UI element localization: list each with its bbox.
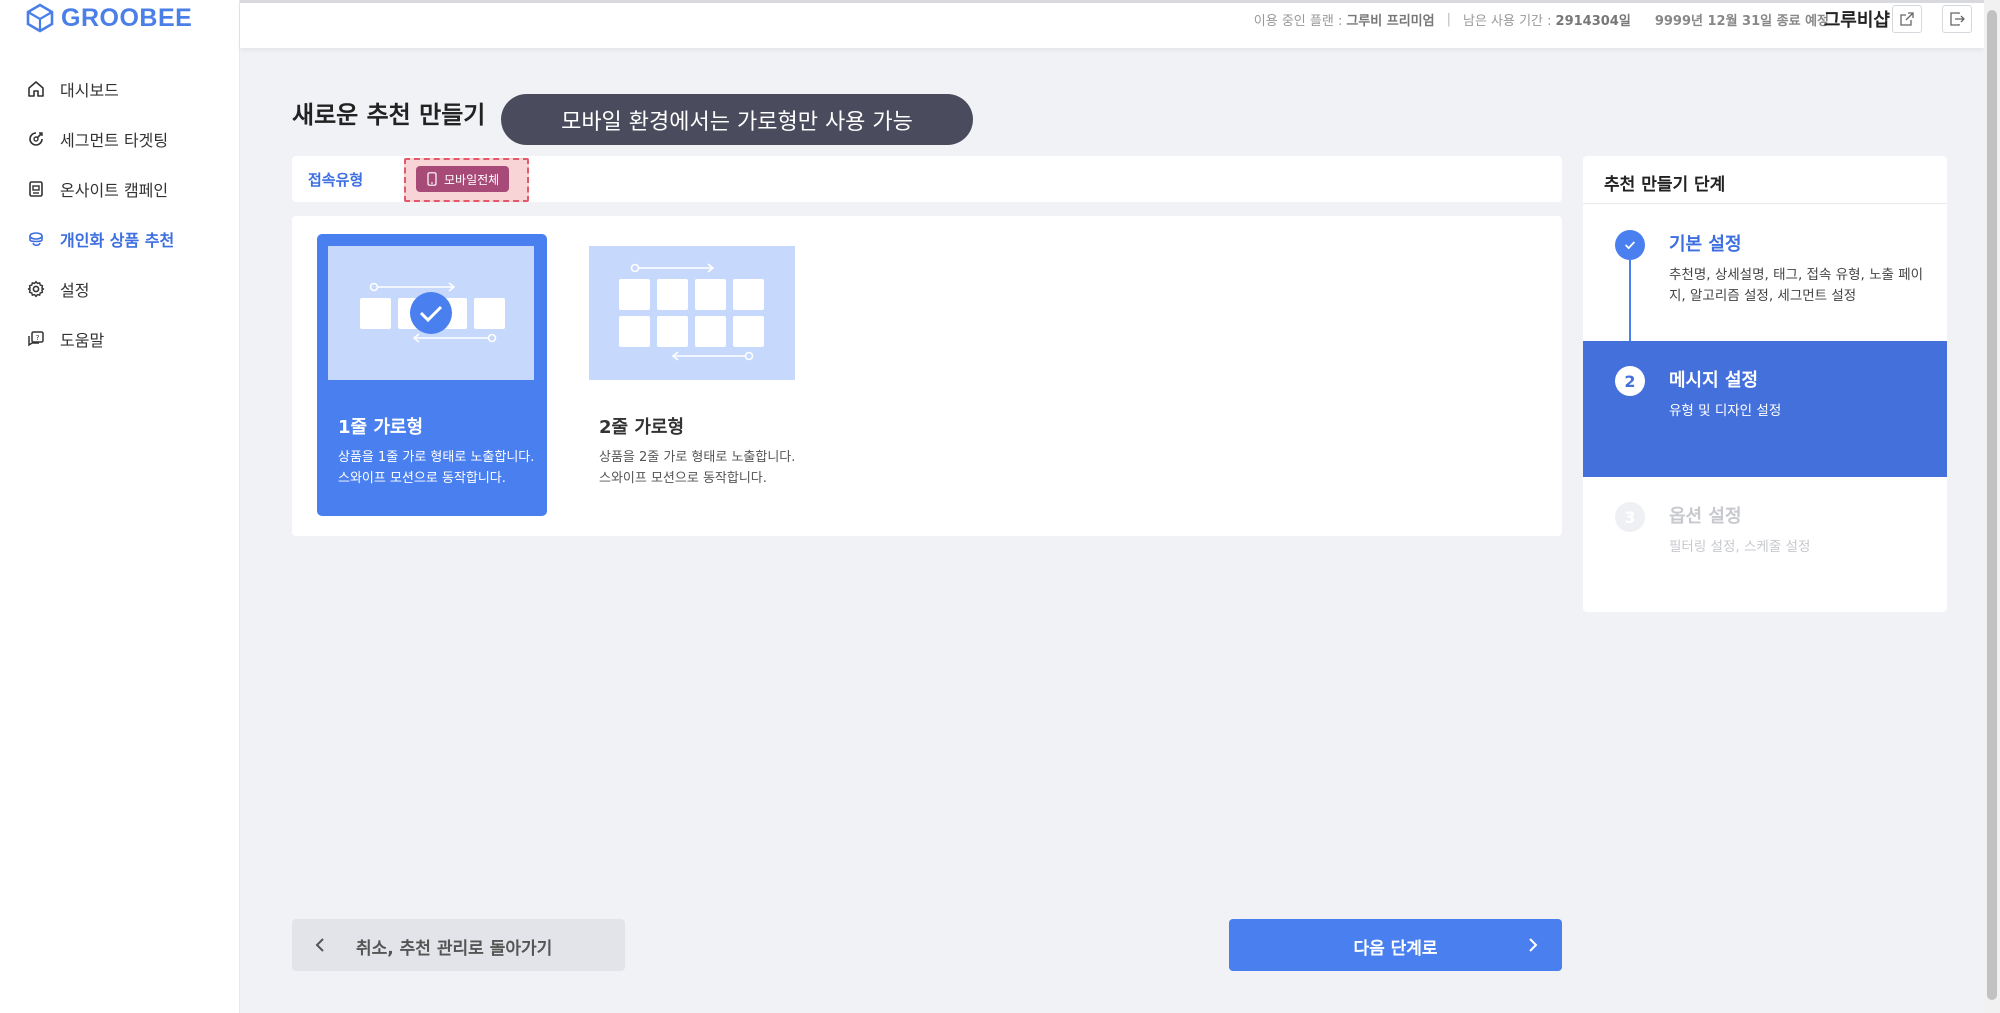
mobile-only-tooltip: 모바일 환경에서는 가로형만 사용 가능: [501, 94, 973, 145]
recommend-icon: [26, 229, 46, 249]
sidebar-item-label: 설정: [60, 281, 90, 300]
step-name: 메시지 설정: [1669, 370, 1759, 391]
plan-label: 이용 중인 플랜 :: [1253, 14, 1343, 29]
sidebar-item-label: 대시보드: [60, 81, 119, 100]
step-name: 옵션 설정: [1669, 506, 1742, 527]
plan-info: 이용 중인 플랜 : 그루비 프리미엄 | 남은 사용 기간 : 2914304…: [1254, 10, 1829, 29]
sidebar-nav: 대시보드 세그먼트 타겟팅 온사이트 캠페인 개인화 상품 추천 설정 ? 도움…: [0, 64, 240, 364]
layout-card-2-row[interactable]: 2줄 가로형 상품을 2줄 가로 형태로 노출합니다. 스와이프 모션으로 동작…: [578, 234, 808, 516]
sidebar-item-settings[interactable]: 설정: [0, 264, 240, 314]
layout-thumbnail-1-row: [328, 246, 534, 380]
chevron-right-icon: [1529, 938, 1538, 952]
step-number: 3: [1615, 502, 1645, 532]
top-header: 이용 중인 플랜 : 그루비 프리미엄 | 남은 사용 기간 : 2914304…: [240, 0, 1984, 48]
sidebar-item-help[interactable]: ? 도움말: [0, 314, 240, 364]
shop-name[interactable]: 그루비샵: [1824, 6, 1890, 32]
layout-type-panel: 1줄 가로형 상품을 1줄 가로 형태로 노출합니다. 스와이프 모션으로 동작…: [292, 216, 1562, 536]
step-number: 2: [1615, 366, 1645, 396]
logo[interactable]: GROOBEE: [25, 2, 192, 34]
expire-text: 9999년 12월 31일 종료 예정: [1654, 14, 1829, 29]
step-message-settings[interactable]: 2 메시지 설정 유형 및 디자인 설정: [1583, 341, 1947, 477]
two-row-layout-illustration: [589, 246, 795, 380]
step-description: 추천명, 상세설명, 태그, 접속 유형, 노출 페이지, 알고리즘 설정, 세…: [1669, 267, 1924, 304]
svg-text:?: ?: [36, 334, 40, 342]
chevron-left-icon: [315, 938, 324, 952]
step-check-icon: [1615, 230, 1645, 260]
layout-card-description: 상품을 1줄 가로 형태로 노출합니다. 스와이프 모션으로 동작합니다.: [338, 450, 535, 486]
sidebar-item-personalized-recommendation[interactable]: 개인화 상품 추천: [0, 214, 240, 264]
next-step-button[interactable]: 다음 단계로: [1229, 919, 1562, 971]
connection-type-tag-label: 모바일전체: [444, 172, 500, 187]
sidebar-item-label: 온사이트 캠페인: [60, 181, 169, 200]
scrollbar-thumb[interactable]: [1987, 10, 1997, 1000]
page-scrollbar[interactable]: [1984, 0, 2000, 1013]
layout-card-title: 1줄 가로형: [338, 417, 424, 438]
step-basic-settings[interactable]: 기본 설정 추천명, 상세설명, 태그, 접속 유형, 노출 페이지, 알고리즘…: [1583, 205, 1947, 342]
one-row-layout-illustration: [328, 246, 534, 380]
remaining-value: 2914304일: [1555, 14, 1631, 29]
separator: |: [1446, 12, 1451, 27]
step-option-settings[interactable]: 3 옵션 설정 필터링 설정, 스케줄 설정: [1583, 477, 1947, 612]
sidebar-item-onsite-campaign[interactable]: 온사이트 캠페인: [0, 164, 240, 214]
step-description: 유형 및 디자인 설정: [1669, 403, 1782, 419]
layout-thumbnail-2-row: [589, 246, 795, 380]
target-icon: [26, 129, 46, 149]
step-connector: [1629, 260, 1631, 342]
campaign-icon: [26, 179, 46, 199]
next-button-label: 다음 단계로: [1353, 939, 1438, 959]
external-link-icon: [1900, 12, 1914, 26]
sidebar: GROOBEE 대시보드 세그먼트 타겟팅 온사이트 캠페인 개인화 상품 추천: [0, 0, 240, 1013]
cancel-back-button[interactable]: 취소, 추천 관리로 돌아가기: [292, 919, 625, 971]
layout-card-1-row[interactable]: 1줄 가로형 상품을 1줄 가로 형태로 노출합니다. 스와이프 모션으로 동작…: [317, 234, 547, 516]
logout-button[interactable]: [1942, 5, 1972, 33]
mobile-icon: [427, 172, 437, 186]
connection-type-label: 접속유형: [308, 171, 364, 189]
cancel-button-label: 취소, 추천 관리로 돌아가기: [356, 939, 553, 959]
connection-type-tag: 모바일전체: [416, 166, 510, 192]
help-icon: ?: [26, 329, 46, 349]
sidebar-item-label: 개인화 상품 추천: [60, 231, 175, 250]
external-link-button[interactable]: [1892, 5, 1922, 33]
sidebar-item-dashboard[interactable]: 대시보드: [0, 64, 240, 114]
gear-icon: [26, 279, 46, 299]
sidebar-item-segment-targeting[interactable]: 세그먼트 타겟팅: [0, 114, 240, 164]
page-title: 새로운 추천 만들기: [292, 101, 486, 129]
groobee-logo-icon: [26, 3, 54, 33]
logout-icon: [1950, 12, 1965, 26]
remaining-label: 남은 사용 기간 :: [1462, 14, 1552, 29]
home-icon: [26, 79, 46, 99]
steps-title: 추천 만들기 단계: [1583, 156, 1947, 204]
layout-card-description: 상품을 2줄 가로 형태로 노출합니다. 스와이프 모션으로 동작합니다.: [599, 450, 796, 486]
sidebar-item-label: 도움말: [60, 331, 105, 350]
plan-value: 그루비 프리미엄: [1346, 14, 1435, 29]
step-name: 기본 설정: [1669, 234, 1742, 255]
creation-steps-panel: 추천 만들기 단계 기본 설정 추천명, 상세설명, 태그, 접속 유형, 노출…: [1583, 156, 1947, 612]
step-description: 필터링 설정, 스케줄 설정: [1669, 539, 1811, 555]
sidebar-item-label: 세그먼트 타겟팅: [60, 131, 169, 150]
connection-type-bar: 접속유형 모바일전체: [292, 156, 1562, 202]
layout-card-title: 2줄 가로형: [599, 417, 685, 438]
logo-text: GROOBEE: [61, 3, 193, 32]
